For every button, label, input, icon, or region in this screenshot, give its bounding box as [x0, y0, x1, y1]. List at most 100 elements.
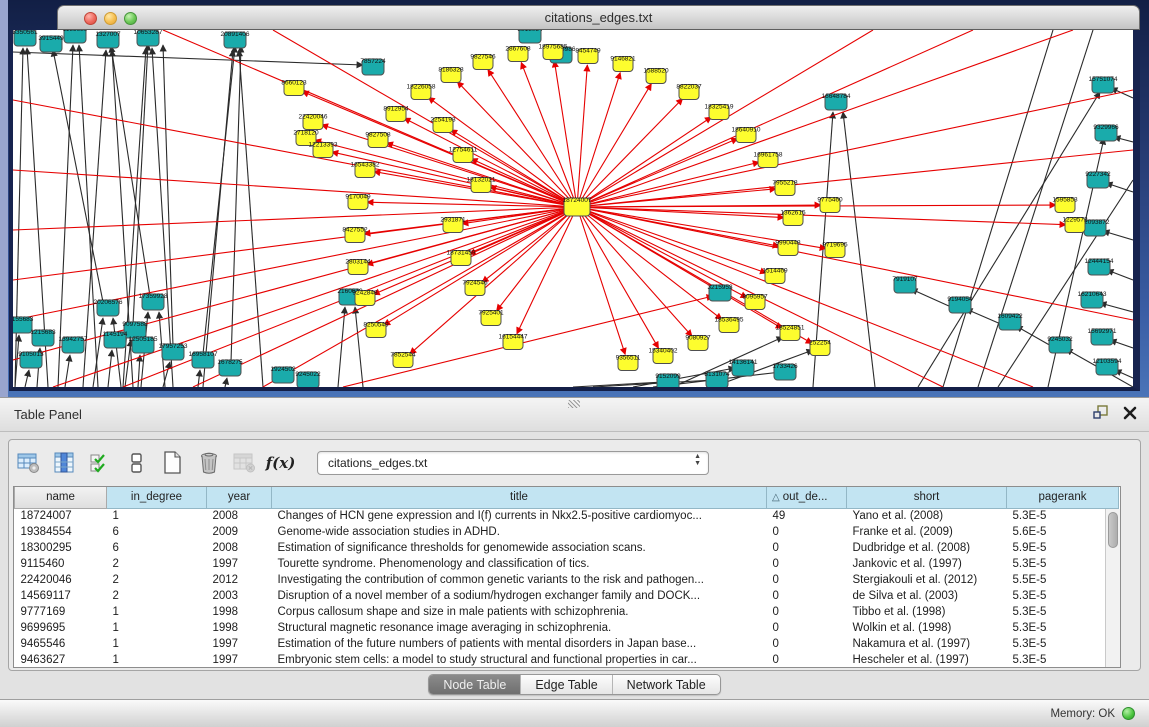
table-cell[interactable]: 5.3E-5 — [1007, 636, 1119, 652]
column-visibility-icon[interactable] — [51, 450, 78, 477]
table-cell[interactable]: 5.6E-5 — [1007, 524, 1119, 540]
table-cell[interactable]: Structural magnetic resonance image aver… — [272, 620, 767, 636]
panel-resize-grip[interactable] — [568, 400, 580, 408]
table-cell[interactable]: Jankovic et al. (1997) — [847, 556, 1007, 572]
table-row[interactable]: 2242004622012Investigating the contribut… — [15, 572, 1119, 588]
delete-trash-icon[interactable] — [195, 450, 222, 477]
table-cell[interactable]: Franke et al. (2009) — [847, 524, 1007, 540]
table-cell[interactable]: Yano et al. (2008) — [847, 508, 1007, 524]
table-cell[interactable]: 0 — [767, 556, 847, 572]
function-builder-icon[interactable]: f(x) — [267, 450, 294, 477]
table-cell[interactable]: 2008 — [207, 508, 272, 524]
table-cell[interactable]: 1997 — [207, 652, 272, 668]
table-cell[interactable]: 18724007 — [15, 508, 107, 524]
table-cell[interactable]: 5.3E-5 — [1007, 620, 1119, 636]
table-cell[interactable]: 49 — [767, 508, 847, 524]
table-cell[interactable]: 6 — [107, 524, 207, 540]
table-cell[interactable]: Dudbridge et al. (2008) — [847, 540, 1007, 556]
table-cell[interactable]: 1 — [107, 636, 207, 652]
table-cell[interactable]: Estimation of the future numbers of pati… — [272, 636, 767, 652]
table-cell[interactable]: 1998 — [207, 604, 272, 620]
table-cell[interactable]: Changes of HCN gene expression and I(f) … — [272, 508, 767, 524]
table-cell[interactable]: 0 — [767, 524, 847, 540]
table-scrollbar-thumb[interactable] — [1108, 512, 1118, 548]
tab-node-table[interactable]: Node Table — [429, 675, 521, 694]
table-cell[interactable]: 1997 — [207, 636, 272, 652]
table-cell[interactable]: 9699695 — [15, 620, 107, 636]
table-cell[interactable]: 2 — [107, 556, 207, 572]
table-cell[interactable]: Estimation of significance thresholds fo… — [272, 540, 767, 556]
table-cell[interactable]: 2009 — [207, 524, 272, 540]
table-cell[interactable]: 1 — [107, 620, 207, 636]
table-cell[interactable]: 6 — [107, 540, 207, 556]
table-cell[interactable]: Nakamura et al. (1997) — [847, 636, 1007, 652]
table-row[interactable]: 1830029562008Estimation of significance … — [15, 540, 1119, 556]
table-cell[interactable]: Embryonic stem cells: a model to study s… — [272, 652, 767, 668]
table-cell[interactable]: 5.9E-5 — [1007, 540, 1119, 556]
table-cell[interactable]: Stergiakouli et al. (2012) — [847, 572, 1007, 588]
table-cell[interactable]: 5.3E-5 — [1007, 588, 1119, 604]
table-cell[interactable]: 19384554 — [15, 524, 107, 540]
network-view-canvas[interactable]: 8350561391544911556891327007106532872089… — [9, 30, 1140, 391]
table-cell[interactable]: Wolkin et al. (1998) — [847, 620, 1007, 636]
table-cell[interactable]: 0 — [767, 636, 847, 652]
table-scrollbar[interactable] — [1105, 509, 1120, 667]
table-cell[interactable]: 2008 — [207, 540, 272, 556]
network-window-titlebar[interactable]: citations_edges.txt — [57, 5, 1140, 30]
column-header-name[interactable]: name — [15, 487, 107, 508]
delete-table-icon[interactable] — [231, 450, 258, 477]
table-cell[interactable]: 1998 — [207, 620, 272, 636]
table-cell[interactable]: 14569117 — [15, 588, 107, 604]
create-table-icon[interactable] — [159, 450, 186, 477]
table-cell[interactable]: 9115460 — [15, 556, 107, 572]
memory-status-indicator[interactable] — [1122, 707, 1135, 720]
table-row[interactable]: 946362711997Embryonic stem cells: a mode… — [15, 652, 1119, 668]
table-cell[interactable]: 2 — [107, 572, 207, 588]
table-cell[interactable]: 2003 — [207, 588, 272, 604]
table-cell[interactable]: 18300295 — [15, 540, 107, 556]
column-header-in_degree[interactable]: in_degree — [107, 487, 207, 508]
table-cell[interactable]: 1 — [107, 652, 207, 668]
table-cell[interactable]: 0 — [767, 540, 847, 556]
table-cell[interactable]: 1997 — [207, 556, 272, 572]
table-cell[interactable]: 0 — [767, 588, 847, 604]
table-row[interactable]: 977716911998Corpus callosum shape and si… — [15, 604, 1119, 620]
table-options-icon[interactable] — [15, 450, 42, 477]
table-cell[interactable]: 2012 — [207, 572, 272, 588]
table-row[interactable]: 1938455462009Genome-wide association stu… — [15, 524, 1119, 540]
column-header-short[interactable]: short — [847, 487, 1007, 508]
table-cell[interactable]: Investigating the contribution of common… — [272, 572, 767, 588]
table-cell[interactable]: 9463627 — [15, 652, 107, 668]
table-cell[interactable]: 9777169 — [15, 604, 107, 620]
float-window-icon[interactable] — [1093, 405, 1109, 425]
table-cell[interactable]: 5.3E-5 — [1007, 556, 1119, 572]
table-cell[interactable]: 2 — [107, 588, 207, 604]
table-cell[interactable]: 5.3E-5 — [1007, 652, 1119, 668]
tab-edge-table[interactable]: Edge Table — [521, 675, 612, 694]
table-row[interactable]: 911546021997Tourette syndrome. Phenomeno… — [15, 556, 1119, 572]
table-cell[interactable]: 22420046 — [15, 572, 107, 588]
tab-network-table[interactable]: Network Table — [613, 675, 720, 694]
table-row[interactable]: 946554611997Estimation of the future num… — [15, 636, 1119, 652]
table-cell[interactable]: Corpus callosum shape and size in male p… — [272, 604, 767, 620]
table-cell[interactable]: 0 — [767, 572, 847, 588]
column-select-check-icon[interactable] — [87, 450, 114, 477]
table-cell[interactable]: 5.5E-5 — [1007, 572, 1119, 588]
table-cell[interactable]: Tibbo et al. (1998) — [847, 604, 1007, 620]
table-cell[interactable]: Hescheler et al. (1997) — [847, 652, 1007, 668]
table-row[interactable]: 969969511998Structural magnetic resonanc… — [15, 620, 1119, 636]
table-cell[interactable]: 1 — [107, 508, 207, 524]
table-cell[interactable]: 9465546 — [15, 636, 107, 652]
column-header-year[interactable]: year — [207, 487, 272, 508]
close-panel-icon[interactable] — [1123, 406, 1137, 425]
table-row[interactable]: 1872400712008Changes of HCN gene express… — [15, 508, 1119, 524]
column-header-out_degree[interactable]: △out_de... — [767, 487, 847, 508]
column-header-title[interactable]: title — [272, 487, 767, 508]
table-row[interactable]: 1456911722003Disruption of a novel membe… — [15, 588, 1119, 604]
citation-network-graph[interactable]: 8350561391544911556891327007106532872089… — [13, 30, 1133, 387]
table-cell[interactable]: de Silva et al. (2003) — [847, 588, 1007, 604]
table-cell[interactable]: Disruption of a novel member of a sodium… — [272, 588, 767, 604]
table-cell[interactable]: 0 — [767, 652, 847, 668]
table-cell[interactable]: 1 — [107, 604, 207, 620]
column-header-pagerank[interactable]: pagerank — [1007, 487, 1119, 508]
